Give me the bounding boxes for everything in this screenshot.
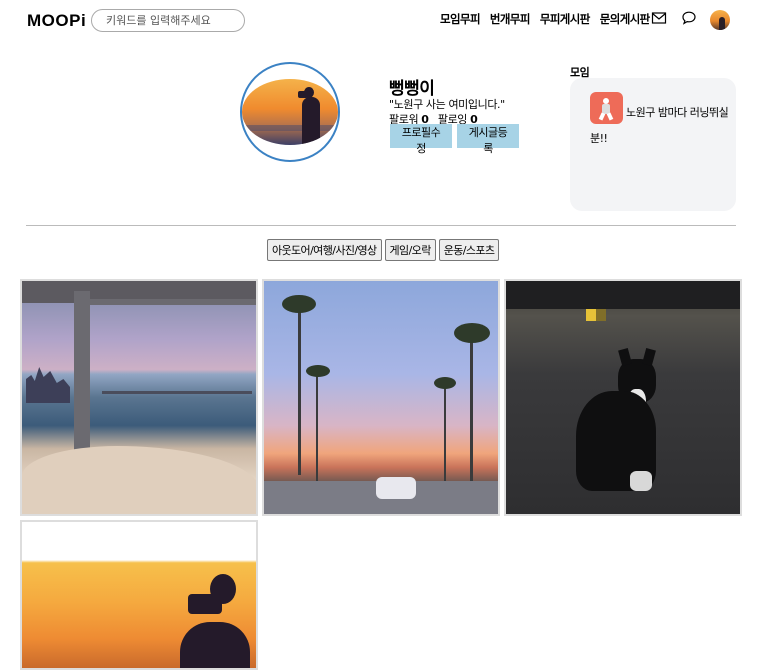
- group-card[interactable]: 노원구 밤마다 러닝뛰실분!!: [570, 78, 736, 211]
- nav-item-meeting[interactable]: 모임무피: [440, 11, 481, 27]
- group-name[interactable]: 노원구 밤마다 러닝뛰실분!!: [590, 100, 730, 152]
- user-avatar[interactable]: [710, 10, 730, 30]
- section-divider: [26, 225, 736, 226]
- category-outdoor[interactable]: 아웃도어/여행/사진/영상: [267, 239, 382, 261]
- chat-icon[interactable]: [681, 10, 697, 26]
- search-input[interactable]: [91, 9, 245, 32]
- profile-picture: [240, 62, 340, 162]
- nav-item-flash[interactable]: 번개무피: [490, 11, 531, 27]
- create-post-button[interactable]: 게시글등록: [457, 124, 519, 155]
- category-game[interactable]: 게임/오락: [384, 239, 436, 261]
- category-filters: 아웃도어/여행/사진/영상 게임/오락 운동/스포츠: [267, 239, 500, 261]
- nav-item-inquiry[interactable]: 문의게시판: [600, 11, 651, 27]
- sunset-photographer-photo[interactable]: [20, 520, 258, 670]
- edit-profile-button[interactable]: 프로필수정: [390, 124, 452, 155]
- beach-window-photo[interactable]: [20, 279, 258, 516]
- logo[interactable]: MOOPi: [27, 11, 86, 31]
- top-header: MOOPi 모임무피 번개무피 무피게시판 문의게시판: [0, 0, 761, 42]
- palm-street-photo[interactable]: [262, 279, 500, 516]
- main-nav: 모임무피 번개무피 무피게시판 문의게시판: [440, 11, 650, 27]
- category-sports[interactable]: 운동/스포츠: [438, 239, 500, 261]
- nav-item-board[interactable]: 무피게시판: [540, 11, 591, 27]
- profile-bio: "노원구 사는 여미입니다.": [389, 98, 505, 111]
- mail-icon[interactable]: [651, 10, 667, 26]
- cat-photo[interactable]: [504, 279, 742, 516]
